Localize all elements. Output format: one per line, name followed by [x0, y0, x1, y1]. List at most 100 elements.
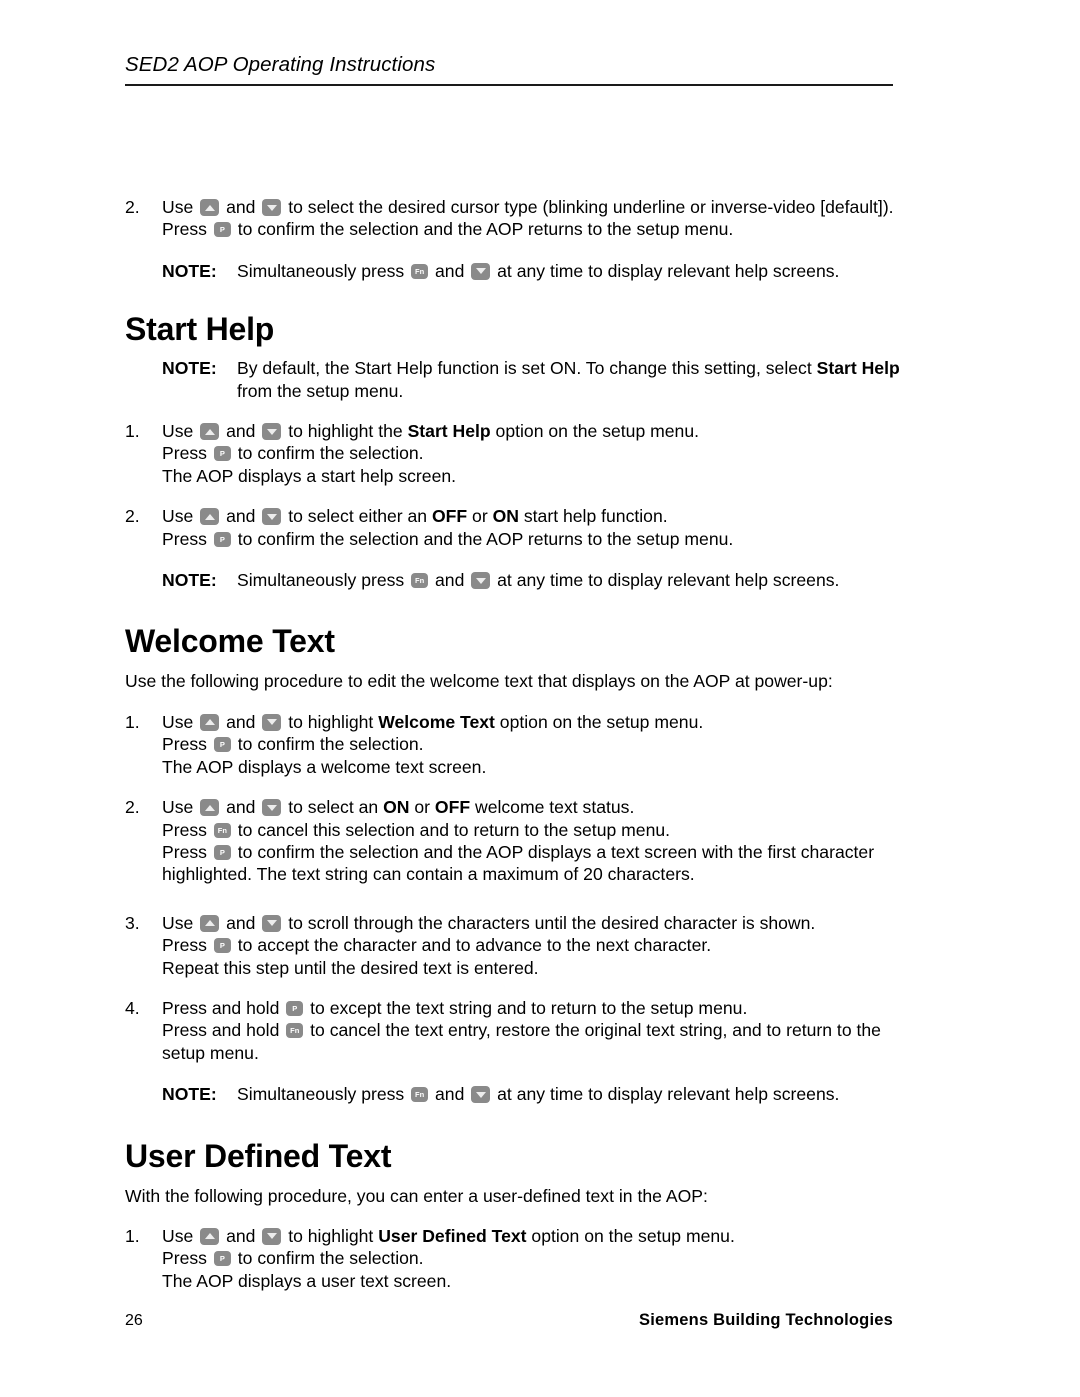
page-content: 2. Use and to select the desired cursor … [125, 196, 915, 1292]
list-item-line: The AOP displays a user text screen. [162, 1270, 452, 1291]
p-key-label: P [219, 449, 225, 459]
document-page: SED2 AOP Operating Instructions 2. Use a… [0, 0, 1080, 1397]
text-fragment: to confirm the selection. [232, 1248, 424, 1269]
fn-key-icon: Fn [411, 263, 429, 279]
text-fragment: Press [162, 935, 212, 956]
text-fragment: at any time to display relevant help scr… [492, 570, 840, 591]
down-arrow-key-icon [262, 423, 282, 441]
text-fragment: Simultaneously press [237, 260, 410, 281]
p-key-label: P [219, 740, 225, 750]
list-item: 2. Use and to select either an OFF or ON… [125, 505, 915, 550]
fn-key-icon: Fn [411, 1087, 429, 1103]
text-fragment: and [221, 797, 261, 818]
list-item-number: 3. [125, 912, 140, 933]
text-fragment: and [221, 197, 261, 217]
text-fragment: option on the setup menu. [490, 421, 700, 442]
note-label: NOTE: [162, 1084, 217, 1105]
list-item-number: 1. [125, 421, 140, 442]
p-key-icon: P [213, 1251, 231, 1267]
text-fragment: and [221, 912, 261, 933]
fn-key-label: Fn [290, 1026, 300, 1036]
note-text: Simultaneously press Fn and at any time … [162, 260, 915, 282]
p-key-icon: P [213, 531, 231, 547]
down-arrow-key-icon [262, 1227, 282, 1245]
text-emphasis: Start Help [407, 421, 491, 442]
text-emphasis: ON [492, 506, 519, 527]
fn-key-icon: Fn [286, 1023, 304, 1039]
list-item-number: 1. [125, 1225, 140, 1246]
p-key-label: P [219, 225, 225, 235]
up-arrow-key-icon [200, 508, 220, 526]
list-item: 3. Use and to scroll through the charact… [125, 912, 915, 979]
fn-key-label: Fn [415, 266, 425, 276]
text-emphasis: OFF [434, 797, 471, 818]
text-fragment: and [221, 1225, 261, 1246]
section-heading-start-help: Start Help [125, 311, 275, 348]
note-block: NOTE: Simultaneously press Fn and at any… [125, 569, 915, 591]
list-item: 2. Use and to select an ON or OFF welcom… [125, 796, 915, 886]
text-fragment: to highlight [283, 711, 379, 732]
note-label: NOTE: [162, 358, 217, 379]
p-key-icon: P [213, 938, 231, 954]
p-key-icon: P [213, 446, 231, 462]
text-fragment: start help function. [518, 506, 668, 527]
page-number: 26 [125, 1312, 143, 1329]
list-item-line: The AOP displays a welcome text screen. [162, 756, 487, 777]
list-item-line: Use and to select an ON or OFF welcome t… [162, 796, 915, 818]
text-fragment: Simultaneously press [237, 570, 410, 591]
text-fragment: to highlight the [283, 421, 408, 442]
text-fragment: Use [162, 421, 199, 442]
down-arrow-key-icon [262, 713, 282, 731]
up-arrow-key-icon [200, 914, 220, 932]
text-fragment: to select the desired cursor type (blink… [283, 197, 894, 217]
list-item-line: Press P to confirm the selection and the… [162, 528, 915, 550]
text-fragment: Press [162, 528, 212, 549]
down-arrow-key-icon [262, 914, 282, 932]
list-item-number: 2. [125, 197, 140, 217]
list-item-line: Use and to select the desired cursor typ… [162, 196, 915, 218]
list-item-line: Press P to confirm the selection. [162, 442, 915, 464]
text-fragment: Use [162, 1225, 199, 1246]
list-item-line: Repeat this step until the desired text … [162, 957, 539, 978]
down-arrow-key-icon [471, 572, 491, 590]
up-arrow-key-icon [200, 199, 220, 216]
p-key-label: P [219, 941, 225, 951]
note-text: Simultaneously press Fn and at any time … [162, 1083, 915, 1105]
list-item-number: 4. [125, 997, 140, 1018]
fn-key-icon: Fn [213, 822, 231, 838]
text-fragment: Use [162, 912, 199, 933]
text-fragment: Press [162, 443, 212, 464]
text-fragment: Press and hold [162, 1020, 285, 1041]
text-fragment: Simultaneously press [237, 1084, 410, 1105]
note-label: NOTE: [162, 570, 217, 591]
text-fragment: to confirm the selection and the AOP dis… [162, 841, 875, 885]
down-arrow-key-icon [471, 262, 491, 280]
text-fragment: Use [162, 197, 199, 217]
list-item: 1. Use and to highlight the Start Help o… [125, 420, 915, 487]
footer-brand: Siemens Building Technologies [639, 1311, 893, 1329]
text-fragment: at any time to display relevant help scr… [492, 260, 840, 281]
note-label: NOTE: [162, 260, 217, 281]
list-item-number: 2. [125, 506, 140, 527]
up-arrow-key-icon [200, 713, 220, 731]
text-fragment: or [409, 797, 435, 818]
text-fragment: and [221, 506, 261, 527]
text-fragment: and [221, 711, 261, 732]
list-item-line: Use and to highlight the Start Help opti… [162, 420, 915, 442]
down-arrow-key-icon [262, 508, 282, 526]
text-fragment: Use [162, 506, 199, 527]
fn-key-label: Fn [415, 1090, 425, 1100]
list-item-line: Press P to confirm the selection and the… [162, 218, 915, 240]
text-emphasis: User Defined Text [378, 1225, 527, 1246]
p-key-icon: P [213, 737, 231, 753]
text-fragment: to confirm the selection and the AOP ret… [232, 528, 734, 549]
text-fragment: and [430, 260, 470, 281]
text-fragment: or [467, 506, 493, 527]
list-item-line: Press Fn to cancel this selection and to… [162, 819, 915, 841]
header-title: SED2 AOP Operating Instructions [125, 53, 436, 76]
list-item-line: Press and hold P to except the text stri… [162, 997, 915, 1019]
list-item-line: The AOP displays a start help screen. [162, 465, 457, 486]
list-item: 2. Use and to select the desired cursor … [125, 196, 915, 241]
list-item-number: 1. [125, 711, 140, 732]
text-fragment: welcome text status. [470, 797, 635, 818]
